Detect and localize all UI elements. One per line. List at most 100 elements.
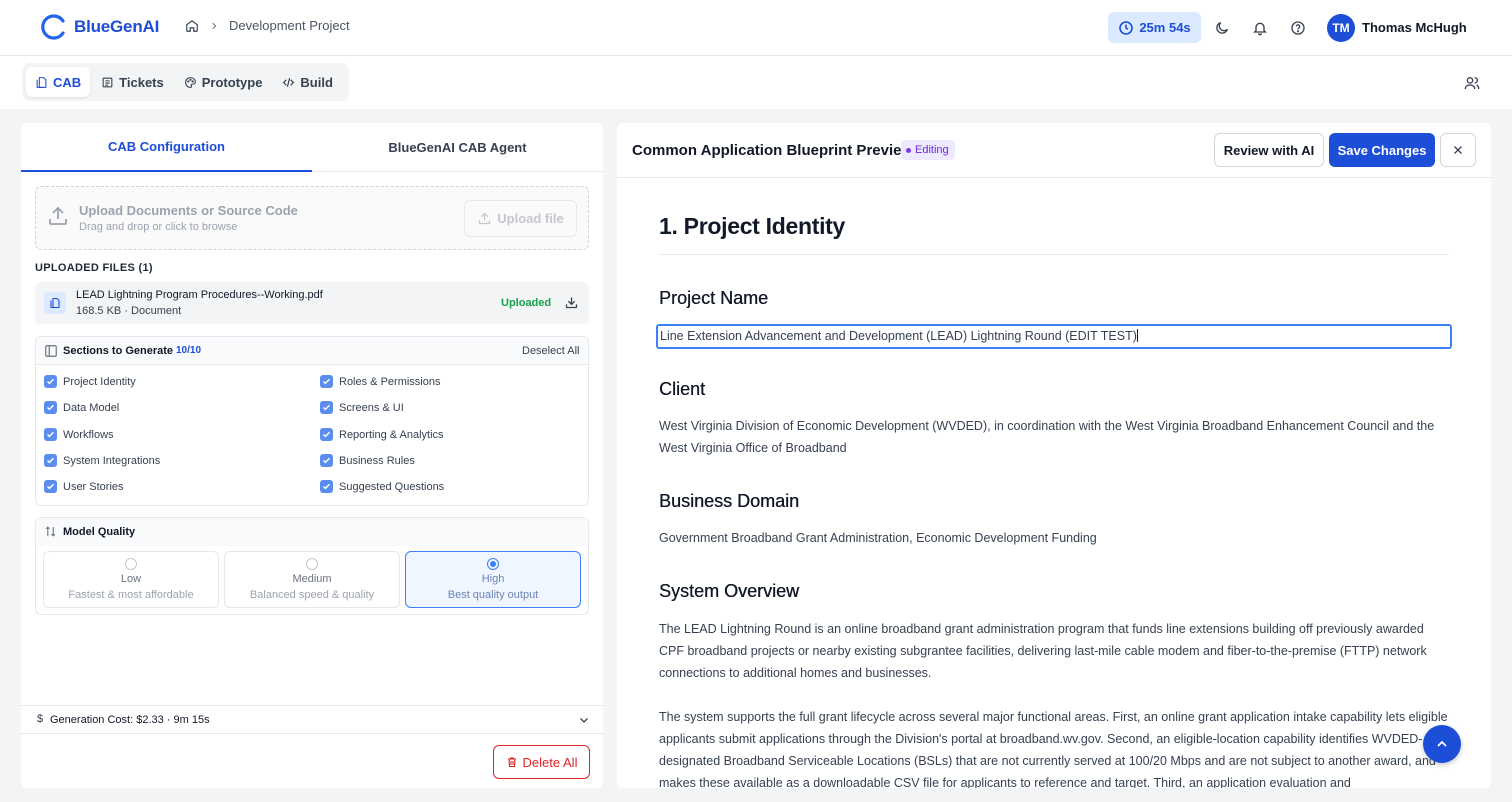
section-checkbox[interactable]: Data Model <box>44 401 119 414</box>
preview-header: Common Application Blueprint Preview Edi… <box>617 123 1491 178</box>
breadcrumb: Development Project <box>185 18 350 33</box>
timer-value: 25m 54s <box>1139 20 1191 35</box>
section-checkbox[interactable]: Project Identity <box>44 375 136 388</box>
quality-option-high[interactable]: High Best quality output <box>405 551 581 608</box>
upload-title: Upload Documents or Source Code <box>79 203 298 218</box>
divider <box>659 254 1449 255</box>
code-icon <box>282 76 295 89</box>
sort-icon <box>44 525 57 538</box>
close-button[interactable] <box>1440 133 1476 167</box>
top-bar: BlueGenAI Development Project 25m 54s TM… <box>0 0 1512 56</box>
app-name: BlueGenAI <box>74 17 160 36</box>
section-label: Project Identity <box>63 375 136 388</box>
section-checkbox[interactable]: User Stories <box>44 480 124 493</box>
tab-cab-configuration[interactable]: CAB Configuration <box>21 123 312 172</box>
sections-to-generate: Sections to Generate 10/10 Deselect All … <box>35 336 589 506</box>
section-label: Roles & Permissions <box>339 375 441 388</box>
download-icon[interactable] <box>564 295 579 310</box>
help-icon[interactable] <box>1288 18 1308 38</box>
user-name[interactable]: Thomas McHugh <box>1362 20 1467 35</box>
section-checkbox[interactable]: Screens & UI <box>320 401 404 414</box>
review-with-ai-button[interactable]: Review with AI <box>1214 133 1324 167</box>
app-logo[interactable]: BlueGenAI <box>40 13 159 41</box>
section-checkbox[interactable]: Reporting & Analytics <box>320 428 444 441</box>
sections-header: Sections to Generate 10/10 Deselect All <box>36 337 588 365</box>
text-cursor <box>1136 329 1138 342</box>
logo-ring-icon <box>40 13 68 41</box>
upload-file-label: Upload file <box>497 211 564 226</box>
client-heading: Client <box>659 379 706 399</box>
section-heading: 1. Project Identity <box>659 213 846 239</box>
tab-tickets-label: Tickets <box>119 74 164 90</box>
upload-icon <box>477 211 492 226</box>
avatar[interactable]: TM <box>1327 14 1355 42</box>
deselect-all-button[interactable]: Deselect All <box>522 345 579 357</box>
checkbox-checked-icon <box>44 401 57 414</box>
delete-all-button[interactable]: Delete All <box>493 745 590 779</box>
sections-title: Sections to Generate <box>63 345 174 357</box>
breadcrumb-project[interactable]: Development Project <box>229 18 350 33</box>
tab-tickets[interactable]: Tickets <box>92 67 173 97</box>
checkbox-checked-icon <box>44 454 57 467</box>
section-label: Workflows <box>63 428 114 441</box>
tab-build[interactable]: Build <box>273 67 342 97</box>
delete-all-label: Delete All <box>522 754 578 770</box>
section-checkbox[interactable]: Business Rules <box>320 454 415 467</box>
section-label: System Integrations <box>63 454 161 467</box>
tab-cab[interactable]: CAB <box>26 67 91 97</box>
document-icon <box>35 76 48 89</box>
panel-icon <box>44 344 58 358</box>
checkbox-checked-icon <box>44 375 57 388</box>
users-icon[interactable] <box>1464 75 1480 91</box>
upload-icon <box>46 204 70 228</box>
section-label: Data Model <box>63 401 120 414</box>
checkbox-checked-icon <box>320 480 333 493</box>
moon-icon[interactable] <box>1212 18 1232 38</box>
model-quality-title: Model Quality <box>63 526 136 538</box>
tab-cab-agent[interactable]: BlueGenAI CAB Agent <box>312 123 603 172</box>
section-checkbox[interactable]: Roles & Permissions <box>320 375 440 388</box>
business-domain-text: Government Broadband Grant Administratio… <box>659 531 1097 545</box>
section-checkbox[interactable]: Workflows <box>44 428 114 441</box>
panel-footer: Delete All <box>21 733 603 788</box>
section-label: Suggested Questions <box>339 480 445 493</box>
quality-label: Low <box>120 573 142 585</box>
section-checkbox[interactable]: System Integrations <box>44 454 160 467</box>
trash-icon <box>506 756 518 768</box>
nav-bar: CAB Tickets Prototype Build <box>0 56 1512 109</box>
system-overview-paragraph: The system supports the full grant lifec… <box>659 710 1448 788</box>
radio-icon <box>306 558 318 570</box>
main-tabs: CAB Tickets Prototype Build <box>22 63 349 101</box>
section-label: User Stories <box>63 480 124 493</box>
list-icon <box>101 76 114 89</box>
quality-option-medium[interactable]: Medium Balanced speed & quality <box>224 551 400 608</box>
project-name-field[interactable]: Line Extension Advancement and Developme… <box>656 324 1452 349</box>
session-timer: 25m 54s <box>1108 12 1201 43</box>
file-row[interactable]: LEAD Lightning Program Procedures--Worki… <box>35 282 589 324</box>
scroll-to-top-button[interactable] <box>1423 725 1461 763</box>
upload-file-button[interactable]: Upload file <box>464 200 577 237</box>
dollar-icon: $ <box>37 713 44 725</box>
generation-cost[interactable]: $ Generation Cost: $2.33 · 9m 15s <box>21 705 603 733</box>
panel-tabs: CAB Configuration BlueGenAI CAB Agent <box>21 123 603 172</box>
section-label: Reporting & Analytics <box>339 428 444 441</box>
tab-prototype[interactable]: Prototype <box>175 67 272 97</box>
upload-dropzone[interactable]: Upload Documents or Source Code Drag and… <box>35 186 589 250</box>
project-name-value: Line Extension Advancement and Developme… <box>660 329 1137 343</box>
home-icon[interactable] <box>185 19 199 33</box>
section-checkbox[interactable]: Suggested Questions <box>320 480 444 493</box>
dot-icon <box>906 147 911 153</box>
sections-count: 10/10 <box>176 345 202 356</box>
checkbox-checked-icon <box>44 428 57 441</box>
quality-desc: Best quality output <box>447 589 539 601</box>
save-changes-button[interactable]: Save Changes <box>1329 133 1435 167</box>
arrow-up-icon <box>1434 736 1450 752</box>
quality-option-low[interactable]: Low Fastest & most affordable <box>43 551 219 608</box>
preview-title: Common Application Blueprint Preview <box>632 142 914 159</box>
system-overview-heading: System Overview <box>659 581 800 601</box>
business-domain-heading: Business Domain <box>659 491 800 511</box>
section-label: Business Rules <box>339 454 415 467</box>
chevron-down-icon[interactable] <box>578 714 590 726</box>
bell-icon[interactable] <box>1250 18 1270 38</box>
generation-cost-text: Generation Cost: $2.33 · 9m 15s <box>50 714 210 726</box>
